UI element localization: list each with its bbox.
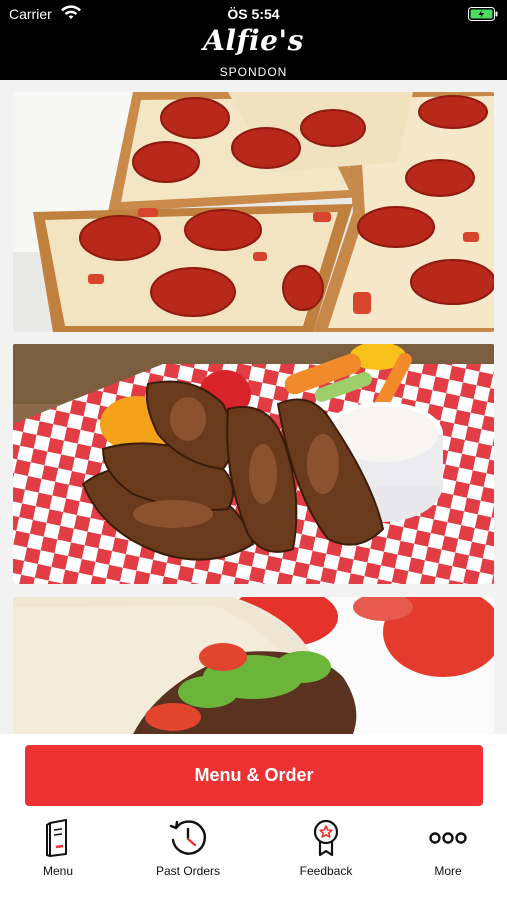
tab-more-label: More: [434, 864, 462, 878]
tab-more[interactable]: More: [393, 814, 503, 884]
app-header: Carrier ÖS 5:54 Alfie's SPONDON: [0, 0, 507, 80]
battery-icon: [468, 7, 498, 21]
menu-order-button[interactable]: Menu & Order: [25, 745, 483, 806]
status-bar: Carrier ÖS 5:54: [0, 0, 507, 26]
tab-past-orders-label: Past Orders: [155, 864, 221, 878]
brand-logo: Alfie's: [203, 24, 304, 57]
store-location: SPONDON: [219, 65, 288, 79]
pizza-image: [13, 92, 494, 332]
menu-book-icon: [46, 819, 67, 857]
tab-past-orders[interactable]: Past Orders: [133, 814, 243, 884]
tab-menu[interactable]: Menu: [3, 814, 113, 884]
bottom-panel: Menu & Order Menu Past Orders Feedback M…: [0, 734, 507, 900]
chicken-wings-image: [13, 344, 494, 584]
pizza-tile[interactable]: [13, 92, 494, 332]
kebab-tile[interactable]: [13, 597, 494, 734]
tab-bar: Menu Past Orders Feedback More: [0, 814, 507, 884]
tab-feedback[interactable]: Feedback: [271, 814, 381, 884]
food-gallery[interactable]: [0, 80, 507, 734]
award-badge-icon: [313, 819, 339, 857]
tab-menu-label: Menu: [42, 864, 74, 878]
tab-feedback-label: Feedback: [299, 864, 353, 878]
clock-time: ÖS 5:54: [227, 6, 280, 22]
more-dots-icon: [429, 832, 467, 844]
wings-tile[interactable]: [13, 344, 494, 584]
kebab-wrap-image: [13, 597, 494, 734]
history-clock-icon: [169, 820, 206, 855]
